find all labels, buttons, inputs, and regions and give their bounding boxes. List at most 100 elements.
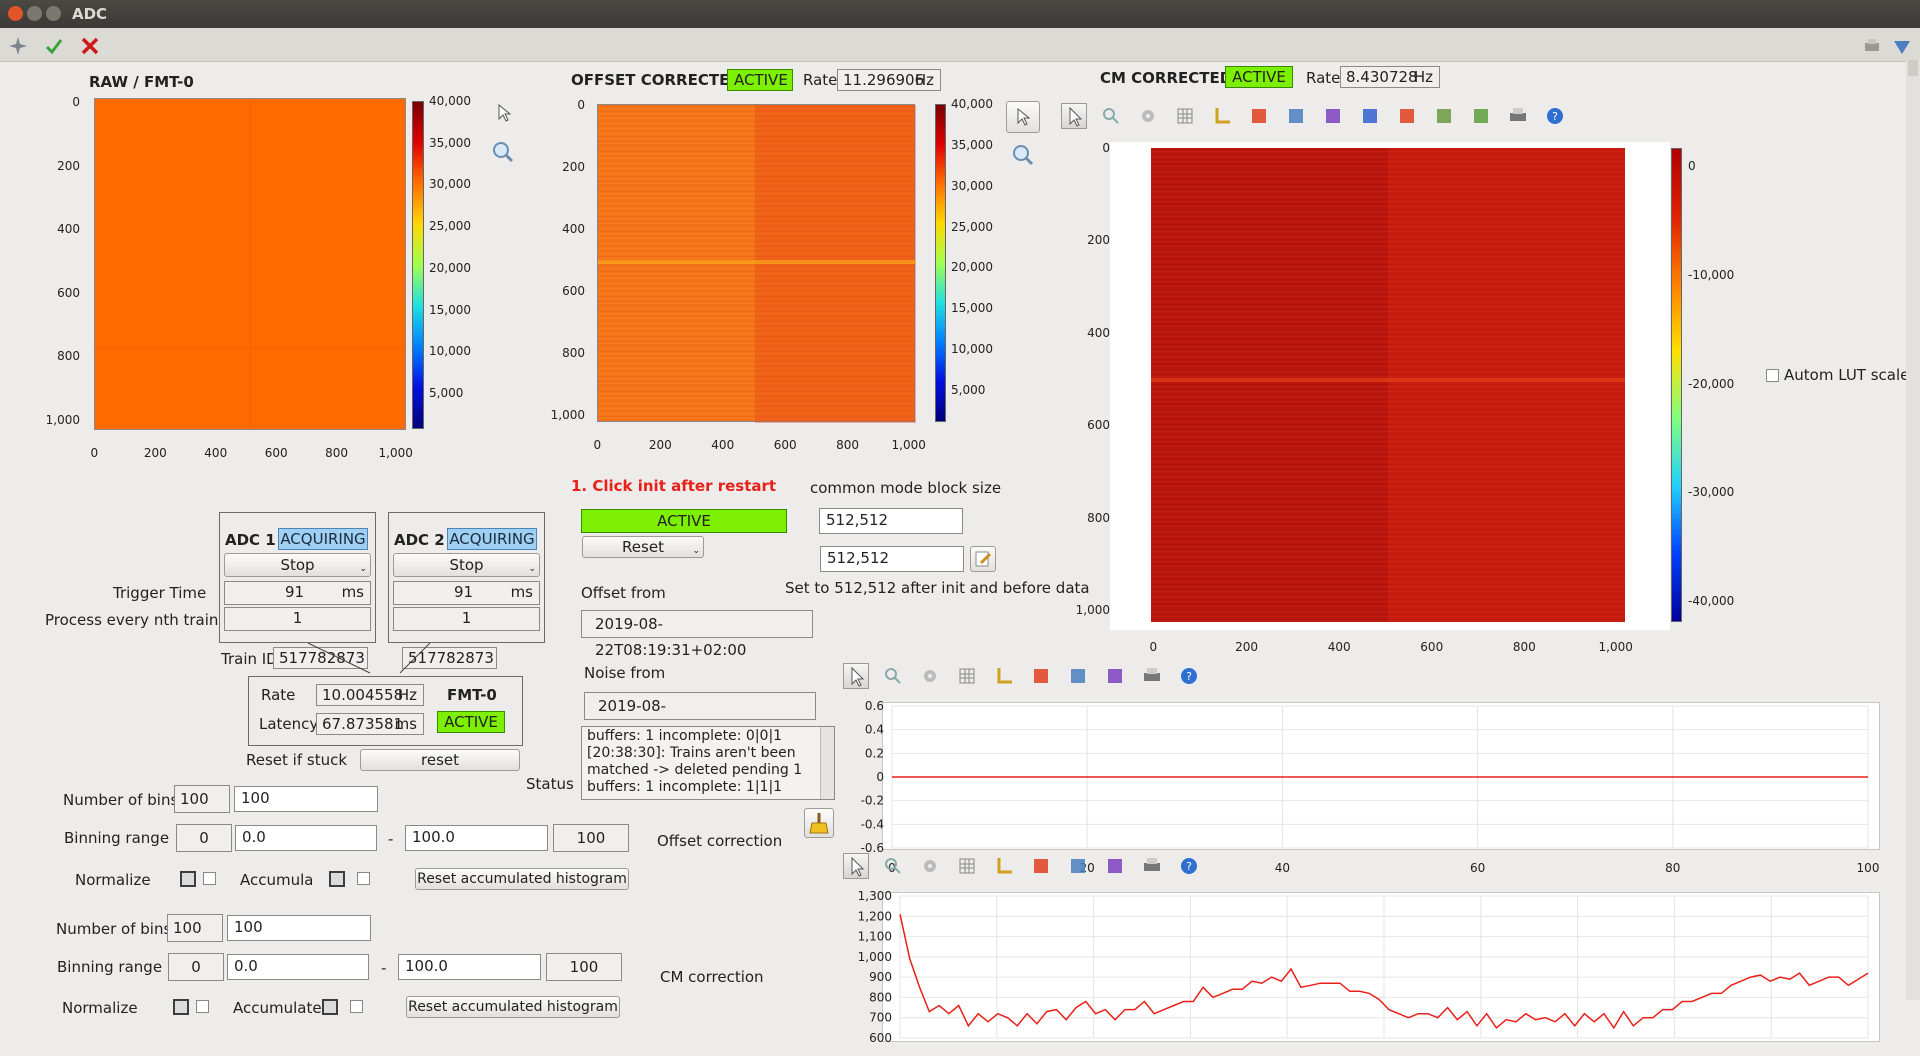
offset-image-plot[interactable] [597, 104, 916, 423]
adc2-trigger-field[interactable]: 91 ms [393, 581, 540, 605]
off-x-tick-2: 400 [711, 438, 735, 452]
network-icon[interactable] [1892, 36, 1912, 60]
adc1-trigger-field[interactable]: 91 ms [224, 581, 371, 605]
status-log-lines: buffers: 1 incomplete: 0|0|1 [20:38:30]: … [582, 727, 834, 797]
check-icon[interactable] [44, 36, 64, 60]
cm-accumulate-checkbox[interactable] [350, 1000, 363, 1013]
axes-icon[interactable] [991, 663, 1017, 689]
cm-accumulate-toggle[interactable] [322, 999, 338, 1015]
y-tick-label: -0.4 [861, 817, 884, 831]
select-arrow-icon[interactable] [497, 103, 512, 126]
save-icon[interactable] [1431, 103, 1457, 129]
offset-range-to-input[interactable]: 100.0 [405, 825, 548, 851]
raw-y-tick-1: 200 [57, 158, 80, 173]
cm-normalize-toggle[interactable] [173, 999, 189, 1015]
printer-icon[interactable] [1862, 36, 1882, 60]
plot2-chart[interactable]: 1,300 1,200 1,100 1,000 900 800 700 600 [840, 888, 1880, 1052]
raw-panel-title: RAW / FMT-0 [89, 73, 194, 91]
offset-range-to-value: 100 [553, 824, 629, 852]
init-status-button[interactable]: ACTIVE [581, 509, 787, 533]
edit-icon[interactable] [970, 546, 996, 572]
zoom-icon[interactable] [491, 140, 515, 168]
profile-icon[interactable] [1357, 103, 1383, 129]
grid-icon[interactable] [954, 663, 980, 689]
axes-icon[interactable] [1209, 103, 1235, 129]
clear-broom-icon[interactable] [804, 808, 834, 838]
zoom-icon[interactable] [880, 853, 906, 879]
raw-image-plot[interactable] [94, 98, 406, 430]
cm-image-plot[interactable] [1151, 148, 1625, 622]
zoom-icon[interactable] [1098, 103, 1124, 129]
help-icon[interactable]: ? [1176, 663, 1202, 689]
vertical-scrollbar[interactable] [1906, 60, 1920, 1000]
cm-bins-input[interactable]: 100 [227, 915, 371, 941]
offset-range-from-input[interactable]: 0.0 [235, 825, 377, 851]
offset-normalize-toggle[interactable] [180, 871, 196, 887]
colormap-icon[interactable] [1246, 103, 1272, 129]
zoom-icon[interactable] [1011, 143, 1035, 171]
common-mode-input-2[interactable]: 512,512 [820, 546, 964, 572]
lut-icon[interactable] [1320, 103, 1346, 129]
select-arrow-icon[interactable] [843, 663, 869, 689]
autom-lut-checkbox[interactable] [1766, 369, 1779, 382]
common-mode-input-1[interactable]: 512,512 [819, 508, 963, 534]
zoom-icon[interactable] [880, 663, 906, 689]
close-icon[interactable] [80, 36, 100, 60]
offset-accumulate-toggle[interactable] [329, 871, 345, 887]
profile-icon[interactable] [1028, 853, 1054, 879]
help-icon[interactable]: ? [1542, 103, 1568, 129]
help-icon[interactable]: ? [1176, 853, 1202, 879]
offset-from-field: 2019-08-22T08:19:31+02:00 [581, 610, 813, 659]
status-log[interactable]: buffers: 1 incomplete: 0|0|1 [20:38:30]: … [581, 726, 835, 800]
adc1-nth-field[interactable]: 1 [224, 607, 371, 631]
reset-stuck-button[interactable]: reset [360, 749, 520, 771]
gear-icon[interactable] [917, 853, 943, 879]
profile-icon[interactable] [1028, 663, 1054, 689]
cm-cbar-tick-3: -30,000 [1688, 485, 1735, 500]
grid-icon[interactable] [1172, 103, 1198, 129]
select-tool-button[interactable] [1006, 101, 1040, 133]
reset-if-stuck-label: Reset if stuck [246, 751, 348, 769]
cm-bins-value: 100 [167, 914, 223, 942]
minimize-window-icon[interactable] [27, 6, 42, 21]
init-reset-button[interactable]: Reset ⌄ [582, 536, 704, 558]
cm-range-from-input[interactable]: 0.0 [227, 954, 369, 980]
adc1-stop-button[interactable]: Stop ⌄ [224, 553, 371, 577]
offset-accumulate-checkbox[interactable] [357, 872, 370, 885]
gear-icon[interactable] [1135, 103, 1161, 129]
cm-range-to-input[interactable]: 100.0 [398, 954, 541, 980]
image-icon[interactable] [1283, 103, 1309, 129]
compass-icon[interactable] [8, 36, 28, 60]
axes-icon[interactable] [991, 853, 1017, 879]
cm-normalize-checkbox[interactable] [196, 1000, 209, 1013]
grid-icon[interactable] [954, 853, 980, 879]
offset-colorbar-ticks: 40,000 35,000 30,000 25,000 20,000 15,000 10,0… [951, 97, 1011, 427]
maximize-window-icon[interactable] [46, 6, 61, 21]
raw-colorbar [412, 101, 424, 429]
mask-icon[interactable] [1394, 103, 1420, 129]
cm-reset-hist-button[interactable]: Reset accumulated histogram [406, 996, 620, 1018]
cm-correction-label: CM correction [660, 968, 764, 986]
offset-bins-input[interactable]: 100 [234, 786, 378, 812]
select-arrow-icon[interactable] [1061, 103, 1087, 129]
copy-icon[interactable] [1102, 853, 1128, 879]
save-icon[interactable] [1065, 663, 1091, 689]
print-icon[interactable] [1505, 103, 1531, 129]
offset-normalize-checkbox[interactable] [203, 872, 216, 885]
print-icon[interactable] [1139, 853, 1165, 879]
raw-y-tick-2: 400 [57, 222, 80, 237]
offset-reset-hist-button[interactable]: Reset accumulated histogram [415, 868, 629, 890]
off-cbar-tick-3: 25,000 [951, 219, 993, 234]
cm-range-dash: - [381, 959, 387, 977]
adc2-nth-field[interactable]: 1 [393, 607, 540, 631]
select-arrow-icon[interactable] [843, 853, 869, 879]
print-icon[interactable] [1139, 663, 1165, 689]
copy-icon[interactable] [1102, 663, 1128, 689]
adc2-stop-button[interactable]: Stop ⌄ [393, 553, 540, 577]
status-log-scrollbar[interactable] [820, 727, 834, 799]
close-window-icon[interactable] [8, 6, 23, 21]
copy-icon[interactable] [1468, 103, 1494, 129]
top-toolbar [0, 28, 1920, 62]
save-icon[interactable] [1065, 853, 1091, 879]
gear-icon[interactable] [917, 663, 943, 689]
